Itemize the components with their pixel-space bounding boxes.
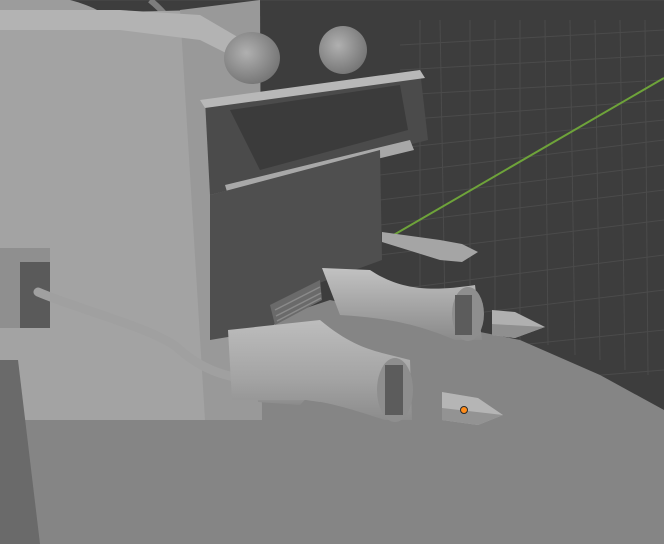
muzzle-tube-lower-slot [385,365,403,415]
sight-dome-left [224,32,280,84]
selection-origin-dot [460,406,468,414]
muzzle-tube-upper-slot [455,295,472,335]
viewport-canvas[interactable] [0,0,664,544]
sight-dome-right [319,26,367,74]
3d-viewport[interactable] [0,0,664,544]
receiver-body [0,10,210,420]
